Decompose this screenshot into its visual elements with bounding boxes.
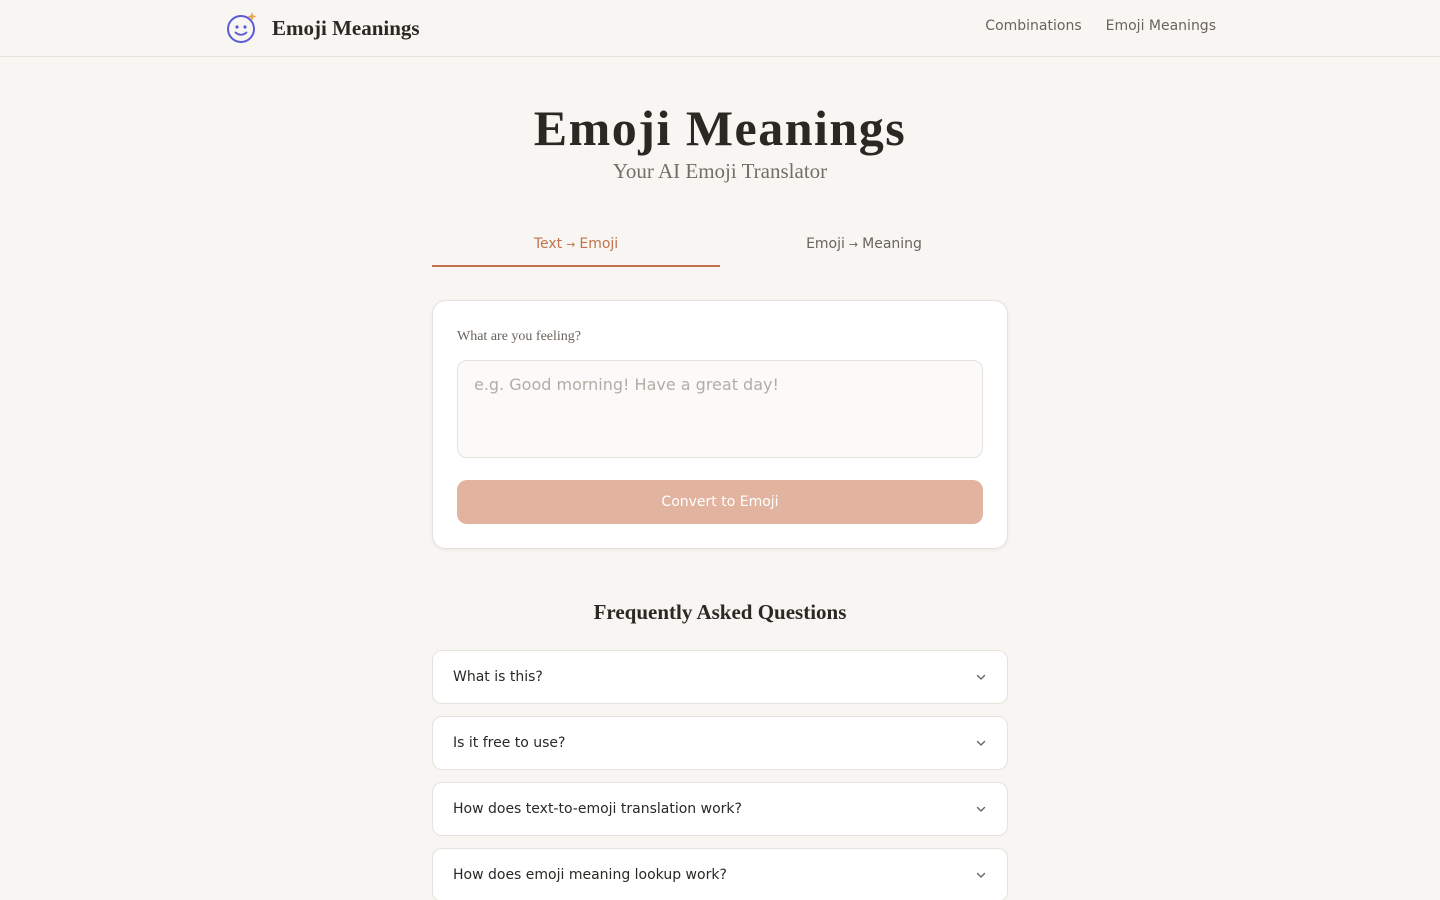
page-title: Emoji Meanings xyxy=(533,100,907,156)
nav-link-emoji-meanings[interactable]: Emoji Meanings xyxy=(1106,18,1216,34)
chevron-down-icon xyxy=(976,806,986,812)
tab-emoji-to-meaning[interactable]: Emoji → Meaning xyxy=(720,232,1008,267)
hero: Emoji Meanings Your AI Emoji Translator xyxy=(0,103,1440,184)
faq-item[interactable]: Is it free to use? xyxy=(432,716,1008,770)
tab-text-to-emoji[interactable]: Text → Emoji xyxy=(432,232,720,267)
page-subtitle: Your AI Emoji Translator xyxy=(612,159,828,183)
faq-item[interactable]: How does text-to-emoji translation work? xyxy=(432,782,1008,836)
chevron-down-icon xyxy=(976,872,986,878)
faq-list: What is this? Is it free to use? How doe… xyxy=(432,650,1008,900)
nav-link-combinations[interactable]: Combinations xyxy=(985,18,1081,34)
converter-card: What are you feeling? Convert to Emoji xyxy=(432,300,1008,549)
text-input[interactable] xyxy=(457,360,983,458)
feeling-label: What are you feeling? xyxy=(457,329,581,344)
faq-item[interactable]: How does emoji meaning lookup work? xyxy=(432,848,1008,900)
tab-from-label: Emoji xyxy=(806,236,845,252)
main-nav: Combinations Emoji Meanings xyxy=(985,18,1216,34)
tab-to-label: Emoji xyxy=(579,236,619,252)
brand-name: Emoji Meanings xyxy=(272,15,420,40)
faq-question: How does text-to-emoji translation work? xyxy=(453,801,742,817)
mode-tabs: Text → Emoji Emoji → Meaning xyxy=(432,232,1008,267)
top-navbar: Emoji Meanings Combinations Emoji Meanin… xyxy=(0,0,1440,57)
chevron-down-icon xyxy=(976,740,986,746)
arrow-right-icon: → xyxy=(848,238,859,251)
convert-button[interactable]: Convert to Emoji xyxy=(457,480,983,524)
arrow-right-icon: → xyxy=(566,238,576,251)
smiley-sparkle-icon xyxy=(227,12,257,43)
faq-question: Is it free to use? xyxy=(453,735,566,751)
tab-to-label: Meaning xyxy=(862,236,922,252)
faq-question: What is this? xyxy=(453,669,543,685)
faq-question: How does emoji meaning lookup work? xyxy=(453,867,727,883)
faq-title: Frequently Asked Questions xyxy=(593,600,847,624)
faq-item[interactable]: What is this? xyxy=(432,650,1008,704)
chevron-down-icon xyxy=(976,674,986,680)
brand-link[interactable]: Emoji Meanings xyxy=(226,11,420,45)
tab-from-label: Text xyxy=(533,236,563,252)
